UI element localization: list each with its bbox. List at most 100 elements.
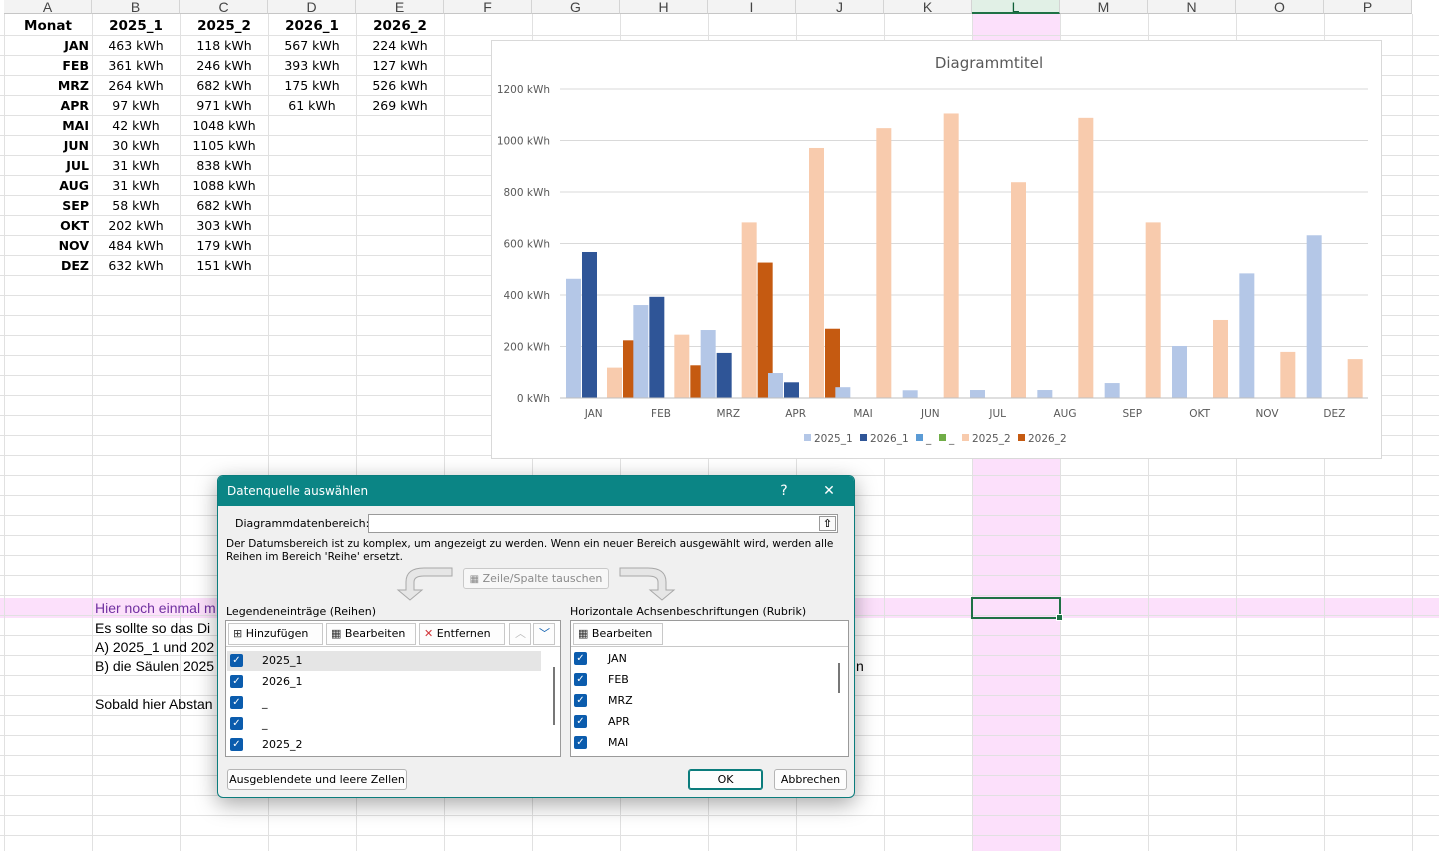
series-list-item[interactable]: ✓ _ [227, 714, 541, 734]
value-cell[interactable]: 682 kWh [180, 196, 268, 216]
axis-checkbox[interactable]: ✓ [574, 736, 587, 749]
axis-list-item[interactable]: ✓ MAI [572, 733, 822, 753]
value-cell[interactable]: 361 kWh [92, 56, 180, 76]
series-list-item[interactable]: ✓ 2025_1 [227, 651, 541, 671]
hidden-empty-cells-button[interactable]: Ausgeblendete und leere Zellen [227, 769, 407, 790]
value-cell[interactable]: 202 kWh [92, 216, 180, 236]
value-cell[interactable] [356, 236, 444, 256]
edit-axis-button[interactable]: ▦ Bearbeiten [573, 623, 663, 645]
month-cell[interactable]: SEP [4, 196, 92, 216]
value-cell[interactable]: 484 kWh [92, 236, 180, 256]
axis-checkbox[interactable]: ✓ [574, 652, 587, 665]
axis-checkbox[interactable]: ✓ [574, 715, 587, 728]
column-header-o[interactable]: O [1236, 0, 1324, 14]
series-list-item[interactable]: ✓ 2026_1 [227, 672, 541, 692]
series-checkbox[interactable]: ✓ [230, 717, 243, 730]
value-cell[interactable]: 269 kWh [356, 96, 444, 116]
axis-scrollbar[interactable] [838, 663, 840, 693]
value-cell[interactable]: 1088 kWh [180, 176, 268, 196]
collapse-upload-icon[interactable]: ⇧ [819, 516, 836, 531]
axis-list-item[interactable]: ✓ MRZ [572, 691, 822, 711]
value-cell[interactable]: 463 kWh [92, 36, 180, 56]
month-cell[interactable]: NOV [4, 236, 92, 256]
month-cell[interactable]: JAN [4, 36, 92, 56]
value-cell[interactable]: 61 kWh [268, 96, 356, 116]
value-cell[interactable]: 118 kWh [180, 36, 268, 56]
column-header-g[interactable]: G [532, 0, 620, 14]
header-cell[interactable]: Monat [4, 16, 92, 36]
axis-list-item[interactable]: ✓ FEB [572, 670, 822, 690]
series-checkbox[interactable]: ✓ [230, 654, 243, 667]
value-cell[interactable]: 224 kWh [356, 36, 444, 56]
value-cell[interactable]: 838 kWh [180, 156, 268, 176]
value-cell[interactable]: 30 kWh [92, 136, 180, 156]
move-up-button[interactable]: ︿ [509, 623, 531, 645]
value-cell[interactable] [268, 176, 356, 196]
value-cell[interactable]: 526 kWh [356, 76, 444, 96]
month-cell[interactable]: DEZ [4, 256, 92, 276]
series-list-item[interactable]: ✓ _ [227, 693, 541, 713]
value-cell[interactable]: 264 kWh [92, 76, 180, 96]
value-cell[interactable]: 1105 kWh [180, 136, 268, 156]
range-input[interactable]: ⇧ [368, 514, 838, 533]
value-cell[interactable] [268, 116, 356, 136]
value-cell[interactable]: 58 kWh [92, 196, 180, 216]
value-cell[interactable]: 175 kWh [268, 76, 356, 96]
note-line-3[interactable]: A) 2025_1 und 202 [95, 637, 214, 657]
axis-list-item[interactable]: ✓ APR [572, 712, 822, 732]
column-header-j[interactable]: J [796, 0, 884, 14]
close-button[interactable]: ✕ [809, 476, 849, 506]
value-cell[interactable] [268, 156, 356, 176]
value-cell[interactable]: 97 kWh [92, 96, 180, 116]
column-header-i[interactable]: I [708, 0, 796, 14]
value-cell[interactable] [268, 216, 356, 236]
value-cell[interactable] [356, 176, 444, 196]
value-cell[interactable] [356, 216, 444, 236]
value-cell[interactable] [356, 196, 444, 216]
value-cell[interactable]: 127 kWh [356, 56, 444, 76]
column-header-c[interactable]: C [180, 0, 268, 14]
note-line-5[interactable]: Sobald hier Abstan [95, 694, 213, 714]
header-cell[interactable]: 2025_2 [180, 16, 268, 36]
column-header-b[interactable]: B [92, 0, 180, 14]
dialog-titlebar[interactable]: Datenquelle auswählen ? ✕ [218, 476, 854, 506]
value-cell[interactable]: 971 kWh [180, 96, 268, 116]
value-cell[interactable]: 151 kWh [180, 256, 268, 276]
month-cell[interactable]: APR [4, 96, 92, 116]
note-line-2[interactable]: Es sollte so das Di [95, 618, 210, 638]
month-cell[interactable]: FEB [4, 56, 92, 76]
column-header-n[interactable]: N [1148, 0, 1236, 14]
axis-checkbox[interactable]: ✓ [574, 673, 587, 686]
value-cell[interactable] [356, 136, 444, 156]
header-cell[interactable]: 2025_1 [92, 16, 180, 36]
column-header-a[interactable]: A [4, 0, 92, 14]
add-series-button[interactable]: ⊞ Hinzufügen [228, 623, 323, 645]
header-cell[interactable]: 2026_1 [268, 16, 356, 36]
remove-series-button[interactable]: ✕ Entfernen [419, 623, 505, 645]
series-list-item[interactable]: ✓ 2025_2 [227, 735, 541, 755]
value-cell[interactable] [268, 236, 356, 256]
value-cell[interactable]: 393 kWh [268, 56, 356, 76]
series-checkbox[interactable]: ✓ [230, 675, 243, 688]
column-header-l[interactable]: L [972, 0, 1060, 14]
value-cell[interactable]: 567 kWh [268, 36, 356, 56]
value-cell[interactable] [356, 116, 444, 136]
value-cell[interactable] [356, 256, 444, 276]
month-cell[interactable]: OKT [4, 216, 92, 236]
axis-checkbox[interactable]: ✓ [574, 694, 587, 707]
value-cell[interactable]: 303 kWh [180, 216, 268, 236]
series-scrollbar[interactable] [553, 667, 555, 725]
column-header-f[interactable]: F [444, 0, 532, 14]
value-cell[interactable]: 682 kWh [180, 76, 268, 96]
month-cell[interactable]: JUL [4, 156, 92, 176]
note-line-4[interactable]: B) die Säulen 2025 [95, 656, 214, 676]
value-cell[interactable] [268, 256, 356, 276]
header-cell[interactable]: 2026_2 [356, 16, 444, 36]
series-checkbox[interactable]: ✓ [230, 738, 243, 751]
series-checkbox[interactable]: ✓ [230, 696, 243, 709]
chart[interactable]: 0 kWh 200 kWh 400 kWh 600 kWh 800 kWh 1000 kW… [491, 40, 1382, 459]
value-cell[interactable]: 246 kWh [180, 56, 268, 76]
edit-series-button[interactable]: ▦ Bearbeiten [326, 623, 416, 645]
month-cell[interactable]: MAI [4, 116, 92, 136]
column-header-k[interactable]: K [884, 0, 972, 14]
